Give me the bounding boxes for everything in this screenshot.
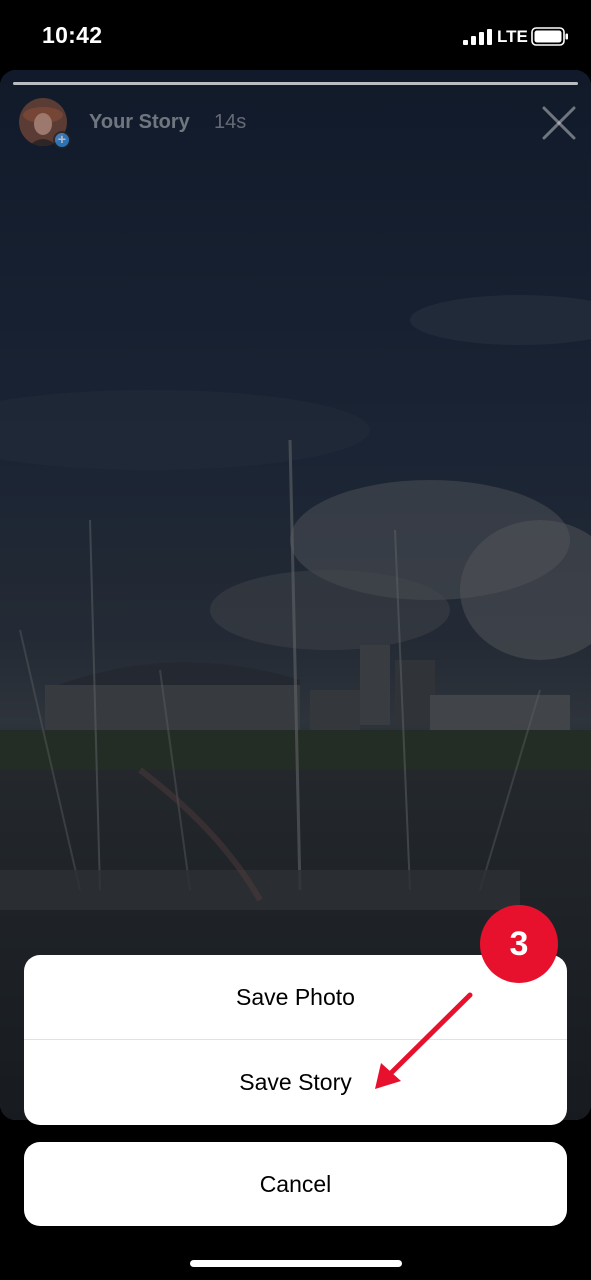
home-indicator[interactable]: [190, 1260, 402, 1267]
battery-icon: [531, 27, 568, 46]
cancel-button[interactable]: Cancel: [24, 1142, 567, 1226]
story-progress-fill: [13, 82, 578, 85]
save-story-button[interactable]: Save Story: [24, 1040, 567, 1125]
story-title: Your Story: [89, 111, 190, 133]
status-time: 10:42: [42, 22, 103, 48]
close-icon[interactable]: [538, 102, 580, 144]
arrow-annotation-icon: [375, 992, 473, 1089]
save-photo-button[interactable]: Save Photo: [24, 955, 567, 1040]
action-sheet: Save Photo Save Story: [24, 955, 567, 1125]
status-bar: 10:42 LTE: [0, 0, 591, 68]
story-time-ago: 14s: [214, 111, 247, 133]
story-progress-bar: [13, 82, 578, 85]
step-badge: 3: [480, 905, 558, 983]
signal-icon: [463, 29, 492, 45]
network-label: LTE: [497, 27, 528, 46]
add-story-icon[interactable]: +: [53, 131, 71, 149]
